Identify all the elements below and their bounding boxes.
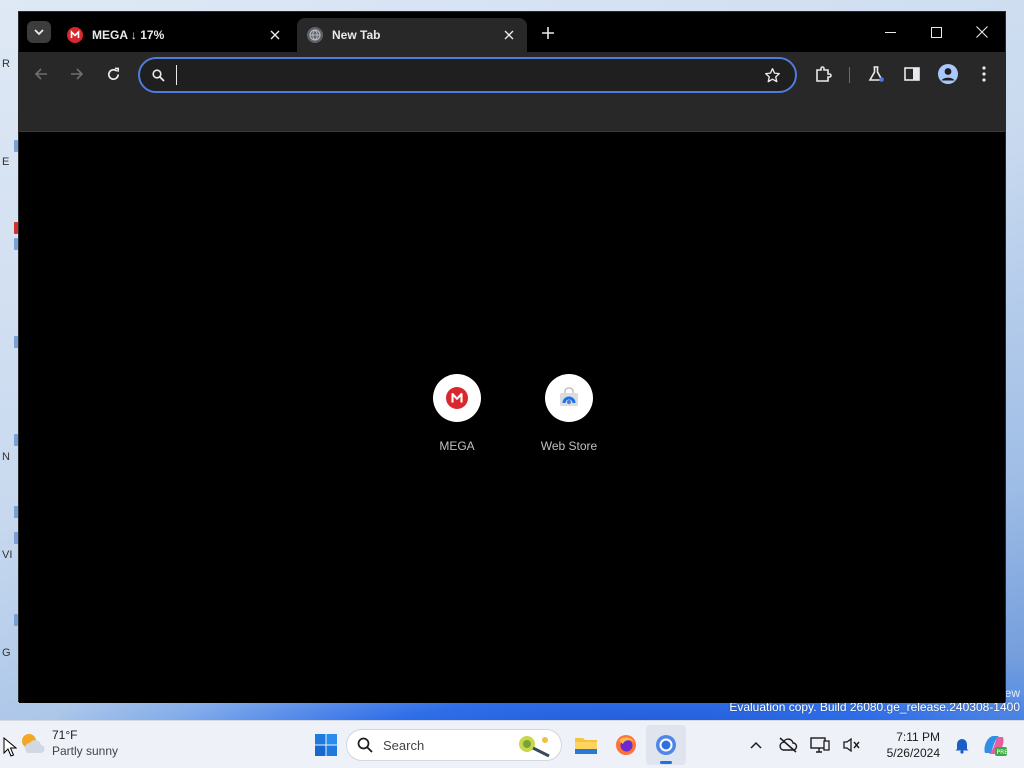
new-tab-page: MEGA Web Store bbox=[19, 133, 1005, 703]
close-window-button[interactable] bbox=[959, 12, 1005, 52]
puzzle-icon bbox=[816, 66, 832, 82]
desktop-icon-label[interactable]: R bbox=[2, 58, 10, 70]
watermark-fragment: ew bbox=[1004, 686, 1020, 700]
flask-icon bbox=[868, 66, 884, 82]
partly-sunny-icon bbox=[18, 729, 46, 757]
svg-text:PRE: PRE bbox=[997, 749, 1008, 756]
desktop-icon-label[interactable]: N bbox=[2, 451, 10, 463]
firefox-icon bbox=[616, 735, 636, 755]
side-panel-button[interactable] bbox=[900, 62, 924, 86]
labs-button[interactable] bbox=[864, 62, 888, 86]
new-tab-button[interactable] bbox=[537, 22, 559, 44]
reload-button[interactable] bbox=[101, 62, 125, 86]
bookmark-star-button[interactable] bbox=[763, 66, 781, 84]
arrow-right-icon bbox=[71, 68, 84, 80]
profile-button[interactable] bbox=[936, 62, 960, 86]
toolbar-divider bbox=[849, 67, 850, 83]
start-button[interactable] bbox=[306, 725, 346, 765]
close-icon bbox=[976, 26, 988, 38]
shortcut-tile[interactable] bbox=[433, 374, 481, 422]
speaker-muted-icon bbox=[843, 737, 860, 753]
side-panel-icon bbox=[904, 67, 920, 81]
clock-time: 7:11 PM bbox=[896, 730, 940, 744]
back-button[interactable] bbox=[29, 62, 53, 86]
taskbar-chrome[interactable] bbox=[646, 725, 686, 765]
shortcut-label[interactable]: Web Store bbox=[541, 439, 597, 453]
copilot-button[interactable]: PRE bbox=[978, 729, 1010, 761]
chevron-down-icon bbox=[34, 29, 44, 36]
maximize-button[interactable] bbox=[913, 12, 959, 52]
clock-date: 5/26/2024 bbox=[886, 746, 940, 760]
mega-icon bbox=[67, 27, 83, 43]
text-caret bbox=[176, 65, 177, 85]
close-tab-button[interactable] bbox=[267, 27, 283, 43]
chevron-up-icon bbox=[750, 741, 762, 749]
menu-button[interactable] bbox=[972, 62, 996, 86]
globe-icon bbox=[307, 27, 323, 43]
weather-widget[interactable]: 71°F Partly sunny bbox=[18, 727, 118, 759]
tray-onedrive[interactable] bbox=[772, 729, 804, 761]
tab-strip: MEGA ↓ 17% New Tab bbox=[19, 12, 1005, 52]
bookmarks-bar bbox=[19, 96, 1005, 132]
cloud-off-icon bbox=[779, 737, 798, 753]
close-tab-button[interactable] bbox=[501, 27, 517, 43]
mouse-pointer-icon bbox=[3, 737, 17, 757]
search-icon bbox=[150, 67, 166, 83]
browser-toolbar bbox=[19, 52, 1005, 96]
avatar-icon bbox=[938, 64, 958, 84]
star-icon bbox=[764, 67, 780, 82]
shortcut-mega[interactable]: MEGA bbox=[412, 374, 502, 453]
shortcut-web-store[interactable]: Web Store bbox=[524, 374, 614, 453]
taskbar-search-box[interactable]: Search bbox=[346, 729, 562, 761]
bell-icon bbox=[955, 739, 969, 754]
network-icon bbox=[810, 737, 830, 753]
search-highlight-icon bbox=[519, 736, 550, 758]
close-icon bbox=[270, 30, 280, 40]
mega-icon bbox=[446, 387, 468, 409]
browser-window: MEGA ↓ 17% New Tab MEGA Web Store bbox=[18, 11, 1006, 703]
more-vertical-icon bbox=[982, 66, 986, 82]
taskbar-firefox[interactable] bbox=[606, 725, 646, 765]
tab-search-button[interactable] bbox=[27, 21, 51, 43]
arrow-left-icon bbox=[34, 68, 47, 80]
close-icon bbox=[504, 30, 514, 40]
minimize-button[interactable] bbox=[867, 12, 913, 52]
tab-title: New Tab bbox=[332, 28, 381, 42]
weather-temperature: 71°F bbox=[52, 728, 78, 742]
chrome-icon bbox=[656, 735, 676, 755]
windows-logo-icon bbox=[315, 734, 337, 756]
tray-network[interactable] bbox=[804, 729, 836, 761]
system-tray: 7:11 PM 5/26/2024 PRE bbox=[740, 721, 1024, 768]
shortcut-label[interactable]: MEGA bbox=[439, 439, 474, 453]
taskbar: 71°F Partly sunny Search 7:11 PM 5/26/20… bbox=[0, 720, 1024, 768]
maximize-icon bbox=[930, 26, 942, 38]
desktop-icon-label[interactable]: VI bbox=[2, 549, 12, 561]
plus-icon bbox=[542, 27, 554, 39]
forward-button[interactable] bbox=[65, 62, 89, 86]
tray-volume[interactable] bbox=[836, 729, 868, 761]
search-label: Search bbox=[383, 737, 425, 753]
tab-title: MEGA ↓ 17% bbox=[92, 28, 165, 42]
notifications-button[interactable] bbox=[946, 729, 978, 761]
minimize-icon bbox=[884, 31, 896, 33]
address-input[interactable] bbox=[172, 63, 763, 87]
folder-icon bbox=[575, 738, 597, 754]
tab-new-tab[interactable]: New Tab bbox=[297, 18, 527, 52]
copilot-icon: PRE bbox=[984, 736, 1008, 756]
taskbar-clock[interactable]: 7:11 PM 5/26/2024 bbox=[872, 729, 940, 761]
desktop-icon-label[interactable]: G bbox=[2, 647, 11, 659]
reload-icon bbox=[107, 67, 119, 80]
tab-mega[interactable]: MEGA ↓ 17% bbox=[57, 18, 293, 52]
shortcut-tile[interactable] bbox=[545, 374, 593, 422]
search-icon bbox=[357, 737, 373, 753]
show-hidden-icons-button[interactable] bbox=[740, 729, 772, 761]
weather-condition: Partly sunny bbox=[52, 744, 119, 758]
address-bar[interactable] bbox=[138, 57, 797, 93]
taskbar-apps: Search bbox=[306, 725, 686, 765]
web-store-icon bbox=[560, 387, 578, 406]
desktop-icon-label[interactable]: E bbox=[2, 156, 9, 168]
window-controls bbox=[867, 12, 1005, 52]
taskbar-file-explorer[interactable] bbox=[566, 725, 606, 765]
extensions-button[interactable] bbox=[811, 62, 835, 86]
